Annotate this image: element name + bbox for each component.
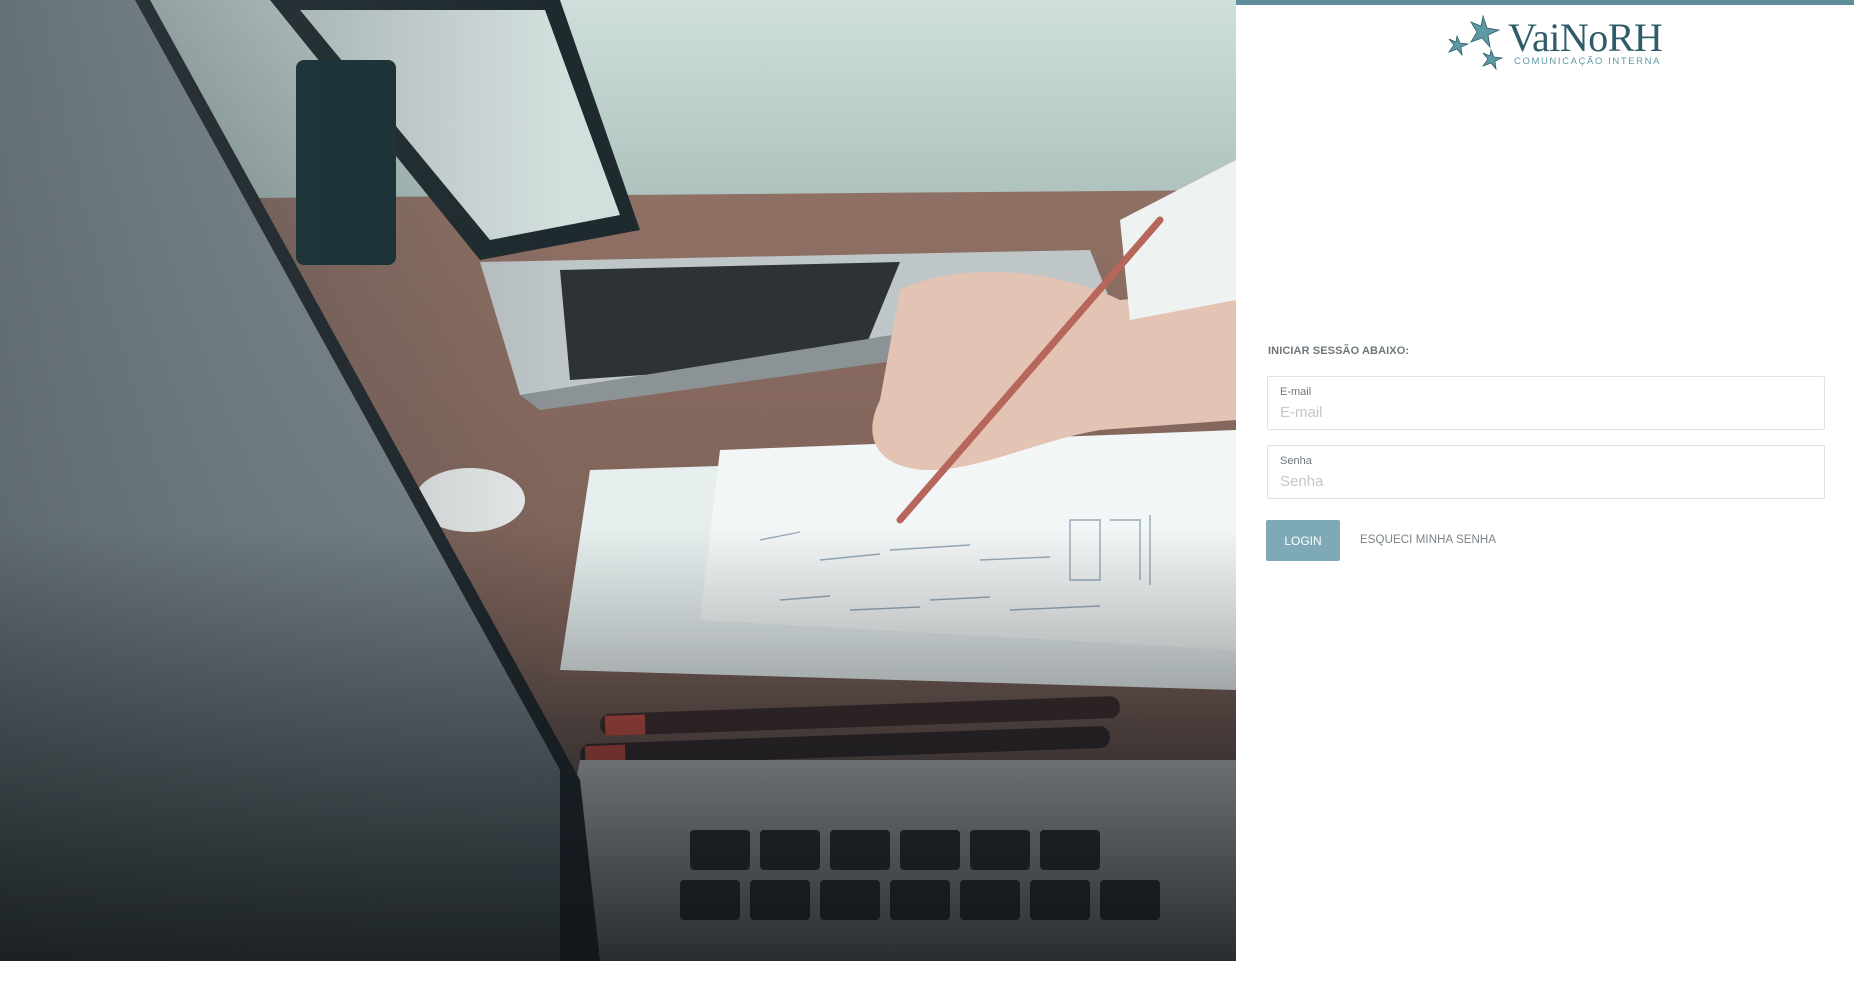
desk-photo-illustration [0,0,1236,961]
stars-logo-icon [1447,14,1504,70]
email-input[interactable] [1280,402,1810,422]
brand-name-norh: NoRH [1559,15,1663,60]
brand-wordmark: VaiNoRH [1508,15,1663,60]
brand-name-vai: Vai [1508,15,1560,60]
password-input[interactable] [1280,471,1810,491]
password-label: Senha [1280,455,1312,467]
top-accent-bar [1236,0,1854,5]
background-photo [0,0,1236,961]
brand-tagline: COMUNICAÇÃO INTERNA [1514,56,1662,67]
password-field[interactable]: Senha [1267,445,1825,499]
login-section-title: INICIAR SESSÃO ABAIXO: [1268,345,1410,357]
email-field[interactable]: E-mail [1267,376,1825,430]
login-button[interactable]: LOGIN [1266,520,1340,561]
page-bottom-strip [0,961,1236,986]
login-panel: VaiNoRH COMUNICAÇÃO INTERNA INICIAR SESS… [1236,0,1854,986]
email-label: E-mail [1280,386,1312,398]
forgot-password-link[interactable]: ESQUECI MINHA SENHA [1360,534,1496,546]
brand-logo: VaiNoRH COMUNICAÇÃO INTERNA [1443,14,1663,70]
